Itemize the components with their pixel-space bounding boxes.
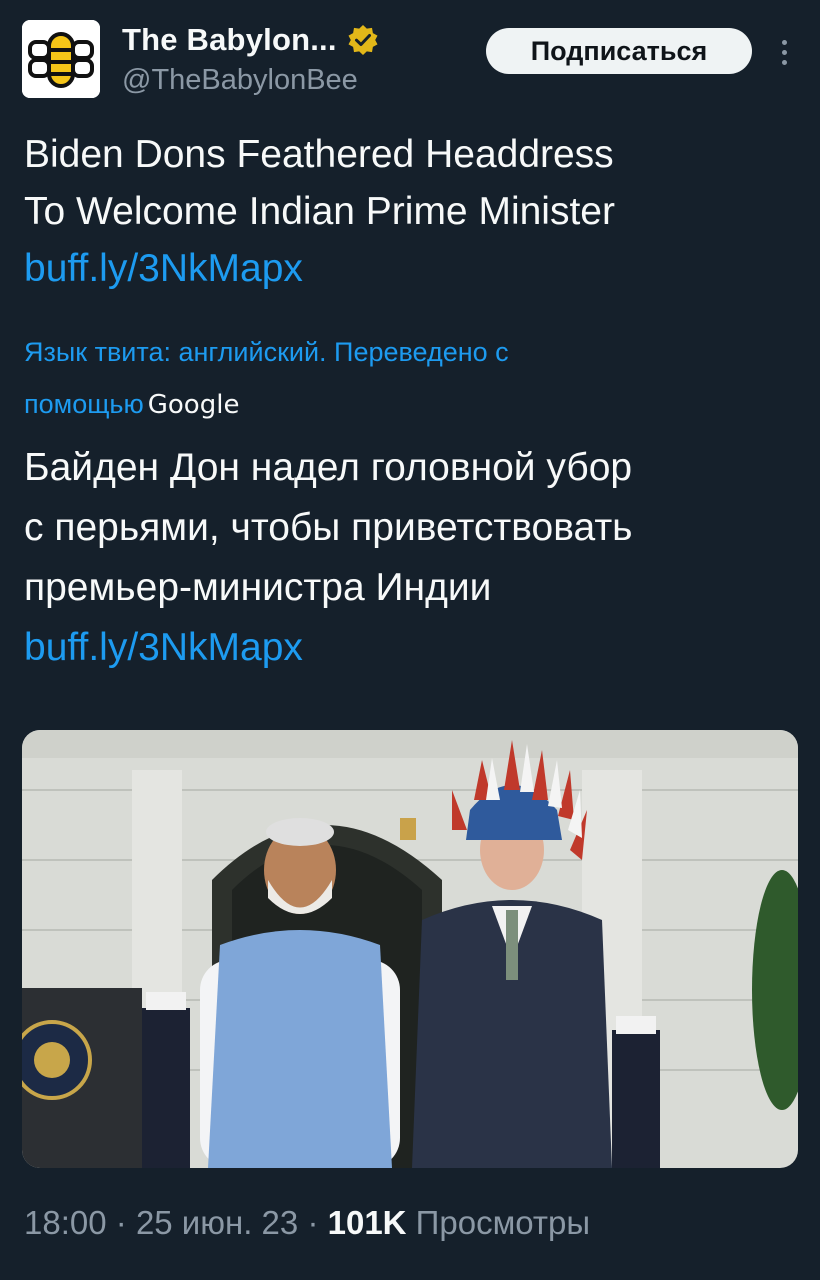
avatar[interactable] bbox=[22, 20, 100, 98]
translated-text-line: с перьями, чтобы приветствовать bbox=[24, 506, 633, 549]
translated-text-line: Байден Дон надел головной убор bbox=[24, 446, 633, 489]
views-label[interactable]: Просмотры bbox=[416, 1204, 590, 1241]
tweet-text: Biden Dons Feathered Headdress To Welcom… bbox=[24, 126, 804, 297]
more-options-icon[interactable] bbox=[770, 30, 798, 74]
meta-separator: · bbox=[115, 1204, 127, 1241]
google-logo: Google bbox=[147, 390, 240, 420]
translation-note-prefix: помощью bbox=[24, 389, 144, 419]
subscribe-button[interactable]: Подписаться bbox=[486, 28, 752, 74]
tweet-text-line: Biden Dons Feathered Headdress bbox=[24, 133, 614, 176]
tweet-meta: 18:00 · 25 июн. 23 · 101K Просмотры bbox=[24, 1204, 590, 1242]
translated-text: Байден Дон надел головной убор с перьями… bbox=[24, 438, 804, 678]
tweet-photo[interactable] bbox=[22, 730, 798, 1168]
account-name-row[interactable]: The Babylon... bbox=[122, 22, 379, 58]
tweet-time[interactable]: 18:00 bbox=[24, 1204, 107, 1241]
account-name[interactable]: The Babylon... bbox=[122, 22, 337, 58]
translation-note[interactable]: Язык твита: английский. Переведено с пом… bbox=[24, 326, 804, 431]
account-handle[interactable]: @TheBabylonBee bbox=[122, 64, 358, 97]
translated-link[interactable]: buff.ly/3NkMapx bbox=[24, 626, 303, 669]
tweet-date[interactable]: 25 июн. 23 bbox=[136, 1204, 298, 1241]
tweet-link[interactable]: buff.ly/3NkMapx bbox=[24, 247, 303, 290]
views-count[interactable]: 101K bbox=[328, 1204, 407, 1241]
meta-separator: · bbox=[307, 1204, 319, 1241]
translated-text-line: премьер-министра Индии bbox=[24, 566, 492, 609]
babylon-bee-logo-icon bbox=[22, 20, 100, 98]
verified-badge-icon bbox=[348, 25, 378, 55]
photo-scene bbox=[22, 730, 798, 1168]
tweet-text-line: To Welcome Indian Prime Minister bbox=[24, 190, 615, 233]
tweet-header: The Babylon... @TheBabylonBee Подписатьс… bbox=[22, 18, 798, 100]
translation-note-line: Язык твита: английский. Переведено с bbox=[24, 337, 509, 367]
